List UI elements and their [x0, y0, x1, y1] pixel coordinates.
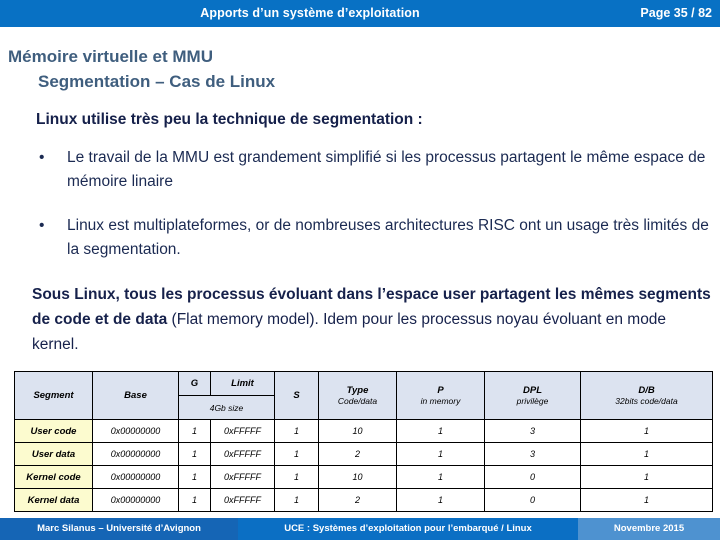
- cell-type: 2: [318, 488, 397, 512]
- summary-paragraph: Sous Linux, tous les processus évoluant …: [32, 282, 716, 357]
- cell-segment: User data: [14, 442, 93, 466]
- cell-limit: 0xFFFFF: [210, 442, 275, 466]
- table-row: User data 0x00000000 1 0xFFFFF 1 2 1 3 1: [14, 442, 713, 466]
- cell-dpl: 0: [484, 465, 581, 489]
- table-row: User code 0x00000000 1 0xFFFFF 1 10 1 3 …: [14, 419, 713, 443]
- cell-dpl: 3: [484, 419, 581, 443]
- cell-db: 1: [580, 419, 713, 443]
- cell-limit: 0xFFFFF: [210, 419, 275, 443]
- cell-s: 1: [274, 442, 319, 466]
- col-header-type: Type Code/data: [318, 371, 397, 420]
- header-page-indicator: Page 35 / 82: [640, 6, 712, 20]
- col-header-limit: Limit: [210, 371, 275, 396]
- page-title: Mémoire virtuelle et MMU Segmentation – …: [8, 44, 708, 94]
- col-header-db: D/B 32bits code/data: [580, 371, 713, 420]
- cell-p: 1: [396, 488, 485, 512]
- segment-table: Segment Base G Limit S Type Code/data P …: [14, 371, 713, 512]
- cell-db: 1: [580, 465, 713, 489]
- footer-bar: Marc Silanus – Université d’Avignon UCE …: [0, 518, 720, 540]
- footer-author: Marc Silanus – Université d’Avignon: [0, 518, 238, 540]
- list-item-text: Linux est multiplateformes, or de nombre…: [67, 217, 709, 258]
- cell-limit: 0xFFFFF: [210, 465, 275, 489]
- footer-course: UCE : Systèmes d’exploitation pour l’emb…: [238, 518, 578, 540]
- list-item: • Linux est multiplateformes, or de nomb…: [36, 214, 720, 262]
- cell-p: 1: [396, 465, 485, 489]
- table-header-row: Segment Base G Limit S Type Code/data P …: [14, 371, 713, 420]
- footer-date: Novembre 2015: [578, 518, 720, 540]
- table-row: Kernel code 0x00000000 1 0xFFFFF 1 10 1 …: [14, 465, 713, 489]
- bullet-marker-icon: •: [39, 149, 45, 166]
- cell-type: 2: [318, 442, 397, 466]
- cell-g: 1: [178, 419, 211, 443]
- col-header-dpl-sub: privilège: [516, 395, 549, 406]
- cell-segment: Kernel code: [14, 465, 93, 489]
- cell-base: 0x00000000: [92, 488, 179, 512]
- bullet-list: • Le travail de la MMU est grandement si…: [36, 146, 720, 272]
- cell-db: 1: [580, 442, 713, 466]
- table-row: Kernel data 0x00000000 1 0xFFFFF 1 2 1 0…: [14, 488, 713, 512]
- col-header-size-span: 4Gb size: [178, 395, 275, 420]
- cell-s: 1: [274, 488, 319, 512]
- col-header-g: G: [178, 371, 211, 396]
- list-item-text: Le travail de la MMU est grandement simp…: [67, 149, 706, 190]
- cell-dpl: 0: [484, 488, 581, 512]
- bullet-marker-icon: •: [39, 217, 45, 234]
- cell-type: 10: [318, 419, 397, 443]
- col-header-db-label: D/B: [638, 384, 655, 396]
- cell-segment: User code: [14, 419, 93, 443]
- cell-p: 1: [396, 442, 485, 466]
- header-bar: Apports d’un système d’exploitation Page…: [0, 0, 720, 27]
- cell-g: 1: [178, 488, 211, 512]
- segment-table-container: Segment Base G Limit S Type Code/data P …: [14, 371, 713, 512]
- col-header-segment: Segment: [14, 371, 93, 420]
- page-title-line2: Segmentation – Cas de Linux: [38, 72, 276, 91]
- cell-p: 1: [396, 419, 485, 443]
- table-head: Segment Base G Limit S Type Code/data P …: [14, 371, 713, 420]
- col-header-dpl-label: DPL: [523, 384, 542, 396]
- header-title: Apports d’un système d’exploitation: [200, 6, 420, 20]
- col-header-p-label: P: [437, 384, 444, 396]
- col-header-type-sub: Code/data: [337, 395, 378, 406]
- lead-statement: Linux utilise très peu la technique de s…: [36, 111, 423, 128]
- cell-s: 1: [274, 465, 319, 489]
- cell-segment: Kernel data: [14, 488, 93, 512]
- col-header-p-sub: in memory: [420, 395, 461, 406]
- col-header-type-label: Type: [346, 384, 369, 396]
- cell-base: 0x00000000: [92, 419, 179, 443]
- page-title-line1: Mémoire virtuelle et MMU: [8, 47, 213, 66]
- col-header-db-sub: 32bits code/data: [615, 395, 678, 406]
- col-header-s: S: [274, 371, 319, 420]
- col-header-base: Base: [92, 371, 179, 420]
- cell-type: 10: [318, 465, 397, 489]
- table-body: User code 0x00000000 1 0xFFFFF 1 10 1 3 …: [14, 419, 713, 512]
- cell-base: 0x00000000: [92, 465, 179, 489]
- cell-base: 0x00000000: [92, 442, 179, 466]
- cell-g: 1: [178, 465, 211, 489]
- col-header-p: P in memory: [396, 371, 485, 420]
- list-item: • Le travail de la MMU est grandement si…: [36, 146, 720, 194]
- cell-s: 1: [274, 419, 319, 443]
- cell-dpl: 3: [484, 442, 581, 466]
- cell-limit: 0xFFFFF: [210, 488, 275, 512]
- cell-db: 1: [580, 488, 713, 512]
- col-header-dpl: DPL privilège: [484, 371, 581, 420]
- cell-g: 1: [178, 442, 211, 466]
